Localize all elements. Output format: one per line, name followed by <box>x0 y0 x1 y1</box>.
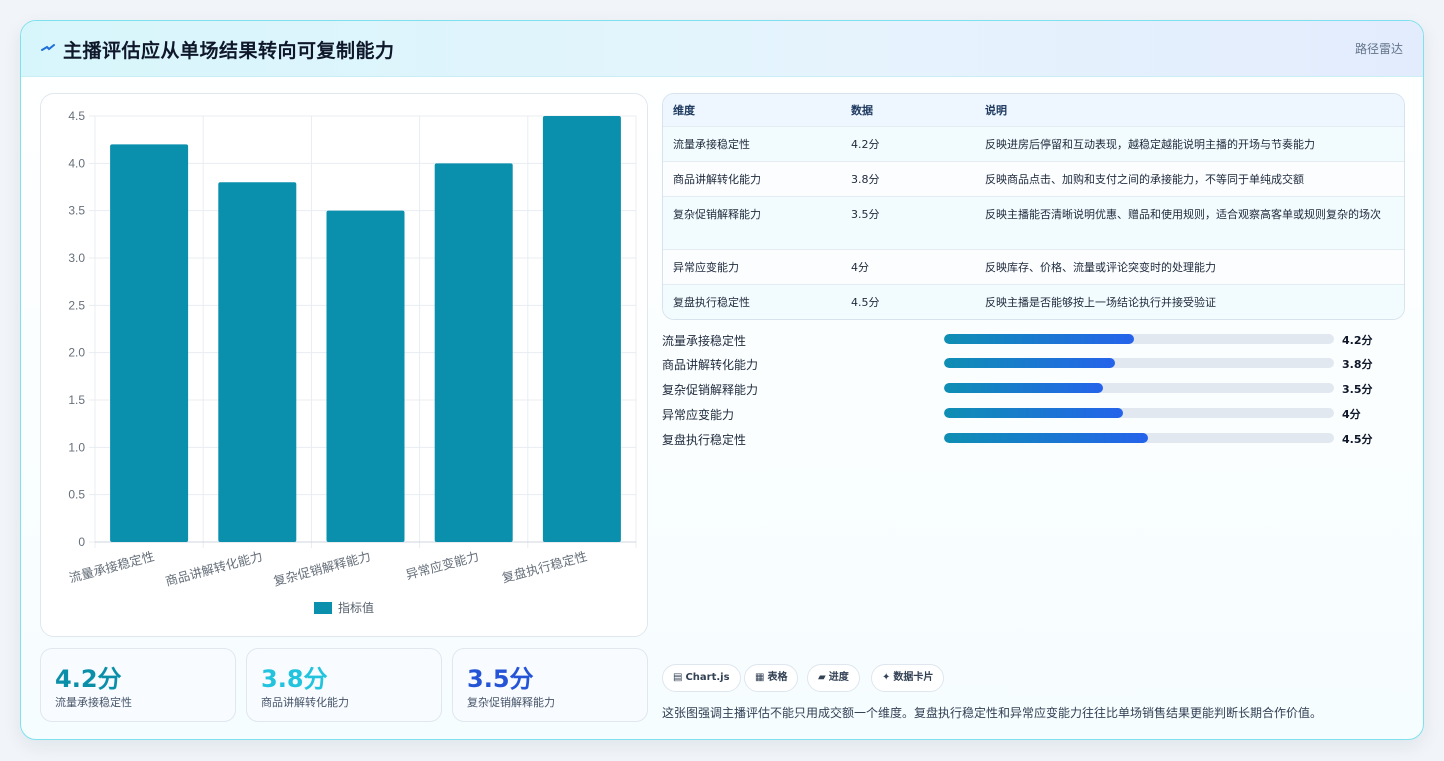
stat-label: 流量承接稳定性 <box>55 696 132 709</box>
progress-track <box>944 433 1334 443</box>
table-cell-description: 反映主播能否清晰说明优惠、赠品和使用规则，适合观察高客单或规则复杂的场次 <box>985 208 1381 221</box>
table-header-dimension: 维度 <box>673 104 695 117</box>
progress-track <box>944 358 1334 368</box>
progress-fill <box>944 408 1123 418</box>
table-cell-value: 4.5分 <box>851 296 880 309</box>
bar <box>542 116 621 542</box>
table-cell-dimension: 复杂促销解释能力 <box>673 208 761 221</box>
progress-value: 3.5分 <box>1342 383 1373 396</box>
stat-card: 3.8分 商品讲解转化能力 <box>246 648 442 722</box>
progress-icon: ▰ <box>818 672 826 683</box>
chip-chartjs[interactable]: ▤ Chart.js <box>662 664 741 692</box>
y-tick-label: 4.5 <box>68 109 85 123</box>
stat-card: 4.2分 流量承接稳定性 <box>40 648 236 722</box>
progress-value: 3.8分 <box>1342 358 1373 371</box>
stat-label: 复杂促销解释能力 <box>467 696 555 709</box>
progress-track <box>944 334 1334 344</box>
spark-icon <box>41 44 55 51</box>
progress-label: 流量承接稳定性 <box>662 334 747 348</box>
table-row: 商品讲解转化能力 3.8分 反映商品点击、加购和支付之间的承接能力，不等同于单纯… <box>663 162 1404 197</box>
progress-fill <box>944 433 1148 443</box>
y-tick-label: 0 <box>78 535 85 549</box>
progress-fill <box>944 334 1134 344</box>
x-tick-label: 异常应变能力 <box>404 548 480 582</box>
chip-data-cards[interactable]: ✦ 数据卡片 <box>871 664 945 692</box>
chip-label: 数据卡片 <box>893 672 934 683</box>
bar-chart: 0 0.5 1.0 1.5 2.0 2.5 3.0 3.5 4.0 4.5 流量承接稳定性 商品讲解转… <box>67 109 637 615</box>
progress-value: 4分 <box>1342 408 1361 421</box>
table-icon: ▦ <box>755 672 765 683</box>
stat-value: 3.8分 <box>261 665 328 693</box>
table-cell-dimension: 商品讲解转化能力 <box>673 173 761 186</box>
table-cell-dimension: 流量承接稳定性 <box>673 138 750 151</box>
chip-label: 表格 <box>767 672 788 683</box>
progress-track <box>944 408 1334 418</box>
table-cell-value: 3.5分 <box>851 208 880 221</box>
table-header-description: 说明 <box>985 104 1007 117</box>
progress-value: 4.2分 <box>1342 334 1373 347</box>
progress-label: 异常应变能力 <box>662 408 735 422</box>
card-header: 主播评估应从单场结果转向可复制能力 路径雷达 <box>21 21 1423 77</box>
table-row: 复杂促销解释能力 3.5分 反映主播能否清晰说明优惠、赠品和使用规则，适合观察高… <box>663 197 1404 250</box>
table-header-row: 维度 数据 说明 <box>663 94 1404 127</box>
legend-label: 指标值 <box>338 600 374 615</box>
table-row: 流量承接稳定性 4.2分 反映进房后停留和互动表现，越稳定越能说明主播的开场与节… <box>663 127 1404 162</box>
x-tick-label: 流量承接稳定性 <box>67 548 155 585</box>
y-tick-label: 4.0 <box>68 156 85 170</box>
table-cell-value: 4分 <box>851 261 869 274</box>
table-cell-description: 反映库存、价格、流量或评论突变时的处理能力 <box>985 261 1216 274</box>
table-row: 异常应变能力 4分 反映库存、价格、流量或评论突变时的处理能力 <box>663 250 1404 285</box>
table-row: 复盘执行稳定性 4.5分 反映主播是否能够按上一场结论执行并接受验证 <box>663 285 1404 319</box>
footnote: 这张图强调主播评估不能只用成交额一个维度。复盘执行稳定性和异常应变能力往往比单场… <box>662 706 1323 720</box>
bar-chart-panel: 0 0.5 1.0 1.5 2.0 2.5 3.0 3.5 4.0 4.5 流量承接稳定性 商品讲解转… <box>40 93 648 637</box>
table-cell-value: 4.2分 <box>851 138 880 151</box>
chart-icon: ▤ <box>673 672 683 683</box>
table-cell-value: 3.8分 <box>851 173 880 186</box>
header-tag: 路径雷达 <box>1354 42 1403 56</box>
progress-fill <box>944 383 1103 393</box>
y-tick-label: 3.0 <box>68 251 85 265</box>
stat-card: 3.5分 复杂促销解释能力 <box>452 648 648 722</box>
bar <box>110 144 189 542</box>
legend-swatch <box>314 602 332 614</box>
sparkle-icon: ✦ <box>882 672 891 683</box>
chip-progress[interactable]: ▰ 进度 <box>807 664 860 692</box>
progress-fill <box>944 358 1115 368</box>
page-title: 主播评估应从单场结果转向可复制能力 <box>63 40 395 62</box>
table-cell-description: 反映商品点击、加购和支付之间的承接能力，不等同于单纯成交额 <box>985 173 1304 186</box>
table-cell-dimension: 异常应变能力 <box>673 261 739 274</box>
chip-label: 进度 <box>828 672 849 683</box>
chip-label: Chart.js <box>685 672 730 683</box>
y-tick-label: 0.5 <box>68 488 85 502</box>
progress-label: 商品讲解转化能力 <box>662 358 759 372</box>
y-tick-label: 1.5 <box>68 393 85 407</box>
dashboard-card: 主播评估应从单场结果转向可复制能力 路径雷达 0 0.5 1.0 1.5 2.0 2.5 3… <box>20 20 1424 740</box>
y-tick-label: 2.5 <box>68 298 85 312</box>
table-header-data: 数据 <box>851 104 873 117</box>
progress-label: 复杂促销解释能力 <box>662 383 759 397</box>
stat-value: 4.2分 <box>55 665 122 693</box>
bar <box>326 210 405 542</box>
table-cell-description: 反映进房后停留和互动表现，越稳定越能说明主播的开场与节奏能力 <box>985 138 1315 151</box>
progress-label: 复盘执行稳定性 <box>662 433 747 447</box>
table-cell-description: 反映主播是否能够按上一场结论执行并接受验证 <box>985 296 1216 309</box>
data-table: 维度 数据 说明 流量承接稳定性 4.2分 反映进房后停留和互动表现，越稳定越能… <box>662 93 1405 320</box>
y-tick-label: 3.5 <box>68 204 85 218</box>
x-tick-label: 复杂促销解释能力 <box>272 548 372 588</box>
bar <box>434 163 513 542</box>
stat-value: 3.5分 <box>467 665 534 693</box>
progress-value: 4.5分 <box>1342 433 1373 446</box>
bar <box>218 182 297 542</box>
progress-track <box>944 383 1334 393</box>
stat-label: 商品讲解转化能力 <box>261 696 349 709</box>
chip-table[interactable]: ▦ 表格 <box>744 664 799 692</box>
table-cell-dimension: 复盘执行稳定性 <box>673 296 750 309</box>
x-tick-label: 复盘执行稳定性 <box>500 548 588 585</box>
y-tick-label: 1.0 <box>68 440 85 454</box>
x-tick-label: 商品讲解转化能力 <box>164 548 264 588</box>
y-tick-label: 2.0 <box>68 346 85 360</box>
